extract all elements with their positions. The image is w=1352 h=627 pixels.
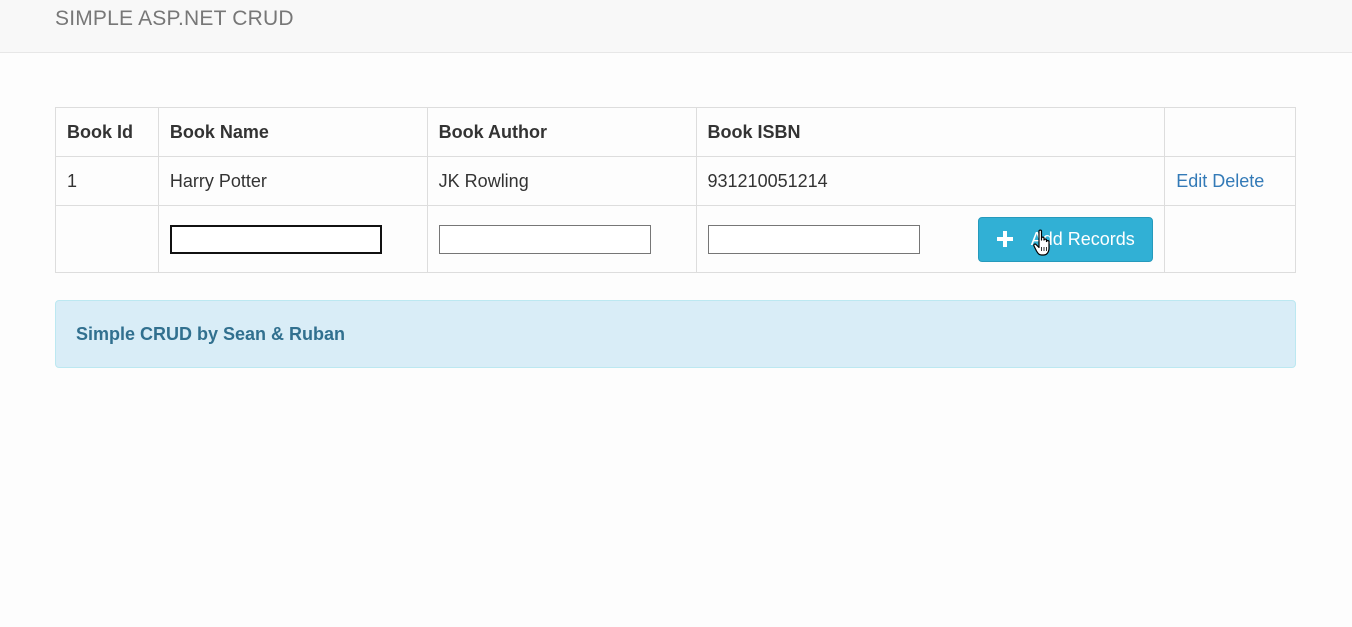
- add-records-button[interactable]: Add Records: [978, 216, 1154, 262]
- book-name-input[interactable]: [169, 224, 382, 254]
- plus-icon: [996, 231, 1013, 247]
- insert-id-cell: [55, 205, 159, 273]
- alert-text: Simple CRUD by Sean & Ruban: [76, 323, 346, 344]
- header-book-author: Book Author: [426, 107, 697, 157]
- edit-link[interactable]: Edit: [1176, 171, 1207, 191]
- header-book-id: Book Id: [55, 107, 159, 157]
- navbar-brand[interactable]: SIMPLE ASP.NET CRUD: [55, 7, 294, 31]
- isbn-add-wrapper: Add Records: [707, 216, 1154, 262]
- insert-name-cell: [157, 205, 428, 273]
- insert-actions-cell: [1164, 205, 1296, 273]
- books-table: Book Id Book Name Book Author Book ISBN …: [55, 107, 1296, 273]
- cell-book-author: JK Rowling: [426, 156, 697, 206]
- hand-pointer-cursor-icon: [1033, 229, 1050, 256]
- insert-author-cell: [426, 205, 697, 273]
- insert-isbn-cell: Add Records: [695, 205, 1166, 273]
- cell-book-name: Harry Potter: [157, 156, 428, 206]
- book-author-input[interactable]: [438, 224, 651, 254]
- cell-book-isbn: 931210051214: [695, 156, 1166, 206]
- insert-row: Add Records: [55, 205, 1296, 273]
- book-isbn-input[interactable]: [707, 224, 920, 254]
- cell-actions: Edit Delete: [1164, 156, 1296, 206]
- info-alert: Simple CRUD by Sean & Ruban: [55, 300, 1296, 368]
- cell-book-id: 1: [55, 156, 159, 206]
- delete-link[interactable]: Delete: [1212, 171, 1264, 191]
- navbar: SIMPLE ASP.NET CRUD: [0, 0, 1352, 53]
- header-actions: [1164, 107, 1296, 157]
- header-book-name: Book Name: [157, 107, 428, 157]
- table-header-row: Book Id Book Name Book Author Book ISBN: [55, 107, 1296, 157]
- header-book-isbn: Book ISBN: [695, 107, 1166, 157]
- table-row: 1 Harry Potter JK Rowling 931210051214 E…: [55, 156, 1296, 206]
